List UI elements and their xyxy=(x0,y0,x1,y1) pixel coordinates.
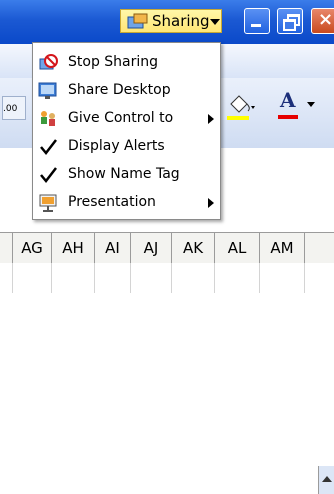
cell[interactable] xyxy=(95,263,131,293)
presentation-icon xyxy=(39,194,57,212)
sharing-menu: Stop Sharing Share Desktop Give Control … xyxy=(32,42,221,220)
close-button[interactable]: × xyxy=(311,8,334,34)
cell[interactable] xyxy=(172,263,215,293)
cell[interactable] xyxy=(260,263,305,293)
column-header[interactable]: AH xyxy=(52,233,95,263)
menu-item-label: Display Alerts xyxy=(68,138,165,154)
minimize-icon xyxy=(251,24,261,27)
scroll-up-icon[interactable] xyxy=(318,466,334,494)
menu-item-presentation[interactable]: Presentation xyxy=(33,189,220,217)
decimal-icon: .00 xyxy=(3,104,18,114)
menu-item-give-control[interactable]: Give Control to xyxy=(33,105,220,133)
font-color-button[interactable]: A xyxy=(276,88,320,122)
column-header-row: AG AH AI AJ AK AL AM xyxy=(0,232,334,494)
menu-item-label: Show Name Tag xyxy=(68,166,180,182)
menu-item-stop-sharing[interactable]: Stop Sharing xyxy=(33,49,220,77)
sharing-button[interactable]: Sharing xyxy=(120,9,222,33)
menu-item-label: Stop Sharing xyxy=(68,54,159,70)
column-header[interactable]: AG xyxy=(13,233,52,263)
menu-item-display-alerts[interactable]: Display Alerts xyxy=(33,133,220,161)
decimal-button[interactable]: .00 xyxy=(2,96,26,120)
cell[interactable] xyxy=(215,263,260,293)
share-desktop-icon xyxy=(38,82,57,99)
chevron-down-icon xyxy=(210,19,220,25)
grid-row xyxy=(0,263,334,293)
checkmark-icon xyxy=(40,139,57,155)
menu-item-share-desktop[interactable]: Share Desktop xyxy=(33,77,220,105)
column-header-partial[interactable] xyxy=(0,233,13,263)
menu-item-label: Give Control to xyxy=(68,110,174,126)
cell[interactable] xyxy=(13,263,52,293)
sharing-icon xyxy=(127,13,148,29)
column-header[interactable]: AM xyxy=(260,233,305,263)
column-header[interactable]: AK xyxy=(172,233,215,263)
minimize-button[interactable] xyxy=(244,8,270,34)
chevron-right-icon xyxy=(208,114,214,124)
font-color-icon: A xyxy=(280,88,296,112)
checkmark-icon xyxy=(40,167,57,183)
stop-sharing-icon xyxy=(39,54,58,70)
give-control-icon xyxy=(41,111,55,126)
chevron-right-icon xyxy=(208,198,214,208)
close-icon: × xyxy=(318,9,334,30)
column-header[interactable]: AJ xyxy=(131,233,172,263)
title-bar: Sharing × xyxy=(0,0,334,44)
fill-color-icon[interactable] xyxy=(225,92,255,122)
menu-item-label: Share Desktop xyxy=(68,82,171,98)
column-header[interactable]: AI xyxy=(95,233,131,263)
cell[interactable] xyxy=(131,263,172,293)
menu-item-show-name-tag[interactable]: Show Name Tag xyxy=(33,161,220,189)
cell[interactable] xyxy=(0,263,13,293)
chevron-down-icon xyxy=(307,102,315,107)
column-header[interactable]: AL xyxy=(215,233,260,263)
cell[interactable] xyxy=(52,263,95,293)
menu-item-label: Presentation xyxy=(68,194,156,210)
sharing-label: Sharing xyxy=(152,12,210,30)
restore-button[interactable] xyxy=(277,8,303,34)
